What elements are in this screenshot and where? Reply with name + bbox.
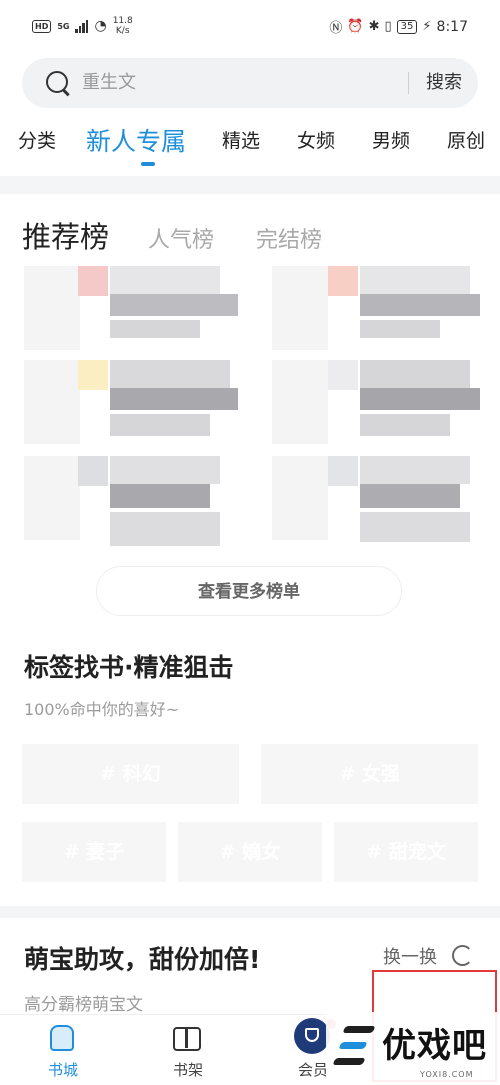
search-input[interactable]: 重生文 bbox=[82, 58, 382, 108]
tab-featured[interactable]: 精选 bbox=[222, 126, 260, 153]
network-speed: 11.8 K/s bbox=[113, 16, 133, 36]
watermark: 优戏吧 YOXI8.COM bbox=[326, 1012, 500, 1084]
tab-category[interactable]: 分类 bbox=[18, 126, 56, 153]
refresh-button[interactable]: 换一换 bbox=[383, 943, 437, 969]
search-bar[interactable]: 重生文 搜索 bbox=[22, 58, 478, 108]
book-cover bbox=[272, 456, 328, 540]
vibrate-icon: ▯ bbox=[384, 19, 392, 34]
book-cover bbox=[24, 456, 80, 540]
tag-chip[interactable]: # 妻子 bbox=[22, 822, 166, 882]
book-line-blur bbox=[360, 414, 450, 436]
tab-new-user[interactable]: 新人专属 bbox=[86, 122, 186, 158]
refresh-icon[interactable] bbox=[452, 945, 473, 966]
speed-value: 11.8 bbox=[112, 16, 133, 26]
ranking-book-item[interactable] bbox=[272, 266, 480, 362]
network-type: 5G bbox=[57, 21, 70, 31]
book-cover bbox=[272, 360, 328, 444]
book-line-blur bbox=[110, 320, 200, 338]
nfc-icon: Ⓝ bbox=[329, 21, 343, 36]
ranking-book-item[interactable] bbox=[24, 360, 238, 456]
nav-label: 书架 bbox=[172, 1061, 203, 1079]
signal-icon bbox=[75, 19, 89, 33]
section-divider bbox=[0, 906, 500, 918]
charging-icon: ⚡ bbox=[422, 19, 432, 34]
tag-chip[interactable]: # 科幻 bbox=[22, 744, 239, 804]
book-cover bbox=[272, 266, 328, 350]
rank-badge bbox=[328, 360, 358, 390]
book-title-blur bbox=[110, 266, 220, 294]
promo-section-subtitle: 高分霸榜萌宝文 bbox=[24, 995, 143, 1015]
book-line-blur bbox=[360, 512, 470, 542]
speed-unit: K/s bbox=[115, 26, 130, 36]
clock: 8:17 bbox=[436, 18, 468, 35]
ranking-book-item[interactable] bbox=[272, 360, 480, 456]
section-divider bbox=[0, 176, 500, 194]
book-title-blur bbox=[360, 456, 470, 484]
watermark-text: 优戏吧 bbox=[382, 1026, 487, 1066]
book-line-blur bbox=[110, 294, 238, 316]
rank-badge bbox=[78, 266, 108, 296]
battery-indicator: 35 bbox=[396, 19, 418, 34]
rank-tab-popular[interactable]: 人气榜 bbox=[148, 222, 214, 254]
book-title-blur bbox=[360, 360, 470, 388]
nav-bookshelf[interactable]: 书架 bbox=[143, 1015, 233, 1085]
status-bar: HD 5G ◔ 11.8 K/s Ⓝ ⏰ ✱ ▯ 35 ⚡ 8:17 bbox=[0, 0, 500, 52]
vip-shield-icon bbox=[294, 1018, 330, 1054]
book-line-blur bbox=[110, 388, 238, 410]
rank-badge bbox=[328, 266, 358, 296]
tab-male[interactable]: 男频 bbox=[372, 126, 410, 153]
category-tabs: 分类 新人专属 精选 女频 男频 原创 bbox=[0, 126, 500, 170]
tag-section-subtitle: 100%命中你的喜好~ bbox=[24, 700, 180, 719]
alarm-icon: ⏰ bbox=[347, 19, 364, 34]
watermark-url: YOXI8.COM bbox=[420, 1070, 474, 1079]
more-rankings-button[interactable]: 查看更多榜单 bbox=[96, 566, 402, 616]
tag-chip[interactable]: # 女强 bbox=[261, 744, 478, 804]
book-title-blur bbox=[110, 360, 230, 388]
book-title-blur bbox=[110, 456, 220, 484]
tag-section-title: 标签找书·精准狙击 bbox=[24, 653, 234, 682]
search-icon bbox=[46, 71, 68, 93]
rank-badge bbox=[78, 456, 108, 486]
ranking-book-item[interactable] bbox=[24, 456, 224, 552]
search-button[interactable]: 搜索 bbox=[426, 58, 462, 108]
tag-chip[interactable]: # 甜宠文 bbox=[334, 822, 478, 882]
promo-section-title: 萌宝助攻，甜份加倍! bbox=[24, 945, 261, 974]
bluetooth-icon: ✱ bbox=[368, 19, 380, 34]
book-line-blur bbox=[360, 294, 480, 316]
book-cover bbox=[24, 360, 80, 444]
book-line-blur bbox=[360, 388, 480, 410]
book-cover bbox=[24, 266, 80, 350]
rank-tab-recommend[interactable]: 推荐榜 bbox=[22, 214, 109, 256]
search-divider bbox=[408, 72, 409, 94]
rank-badge bbox=[328, 456, 358, 486]
wifi-icon: ◔ bbox=[94, 18, 107, 34]
tag-chip[interactable]: # 嫡女 bbox=[178, 822, 322, 882]
book-line-blur bbox=[110, 414, 210, 436]
ranking-book-item[interactable] bbox=[24, 266, 238, 362]
active-tab-indicator bbox=[141, 162, 155, 166]
book-line-blur bbox=[110, 512, 220, 546]
book-line-blur bbox=[110, 484, 210, 508]
hd-indicator: HD bbox=[32, 19, 52, 33]
tab-female[interactable]: 女频 bbox=[297, 126, 335, 153]
book-icon bbox=[173, 1027, 201, 1051]
nav-bookstore[interactable]: 书城 bbox=[18, 1015, 108, 1085]
rank-badge bbox=[78, 360, 108, 390]
book-title-blur bbox=[360, 266, 470, 294]
watermark-logo-icon bbox=[330, 1018, 384, 1072]
nav-label: 书城 bbox=[47, 1061, 78, 1079]
rank-tab-finished[interactable]: 完结榜 bbox=[256, 222, 322, 254]
book-line-blur bbox=[360, 484, 460, 508]
book-line-blur bbox=[360, 320, 440, 338]
tab-original[interactable]: 原创 bbox=[447, 126, 485, 153]
bookstore-icon bbox=[50, 1025, 74, 1051]
ranking-book-item[interactable] bbox=[272, 456, 472, 552]
